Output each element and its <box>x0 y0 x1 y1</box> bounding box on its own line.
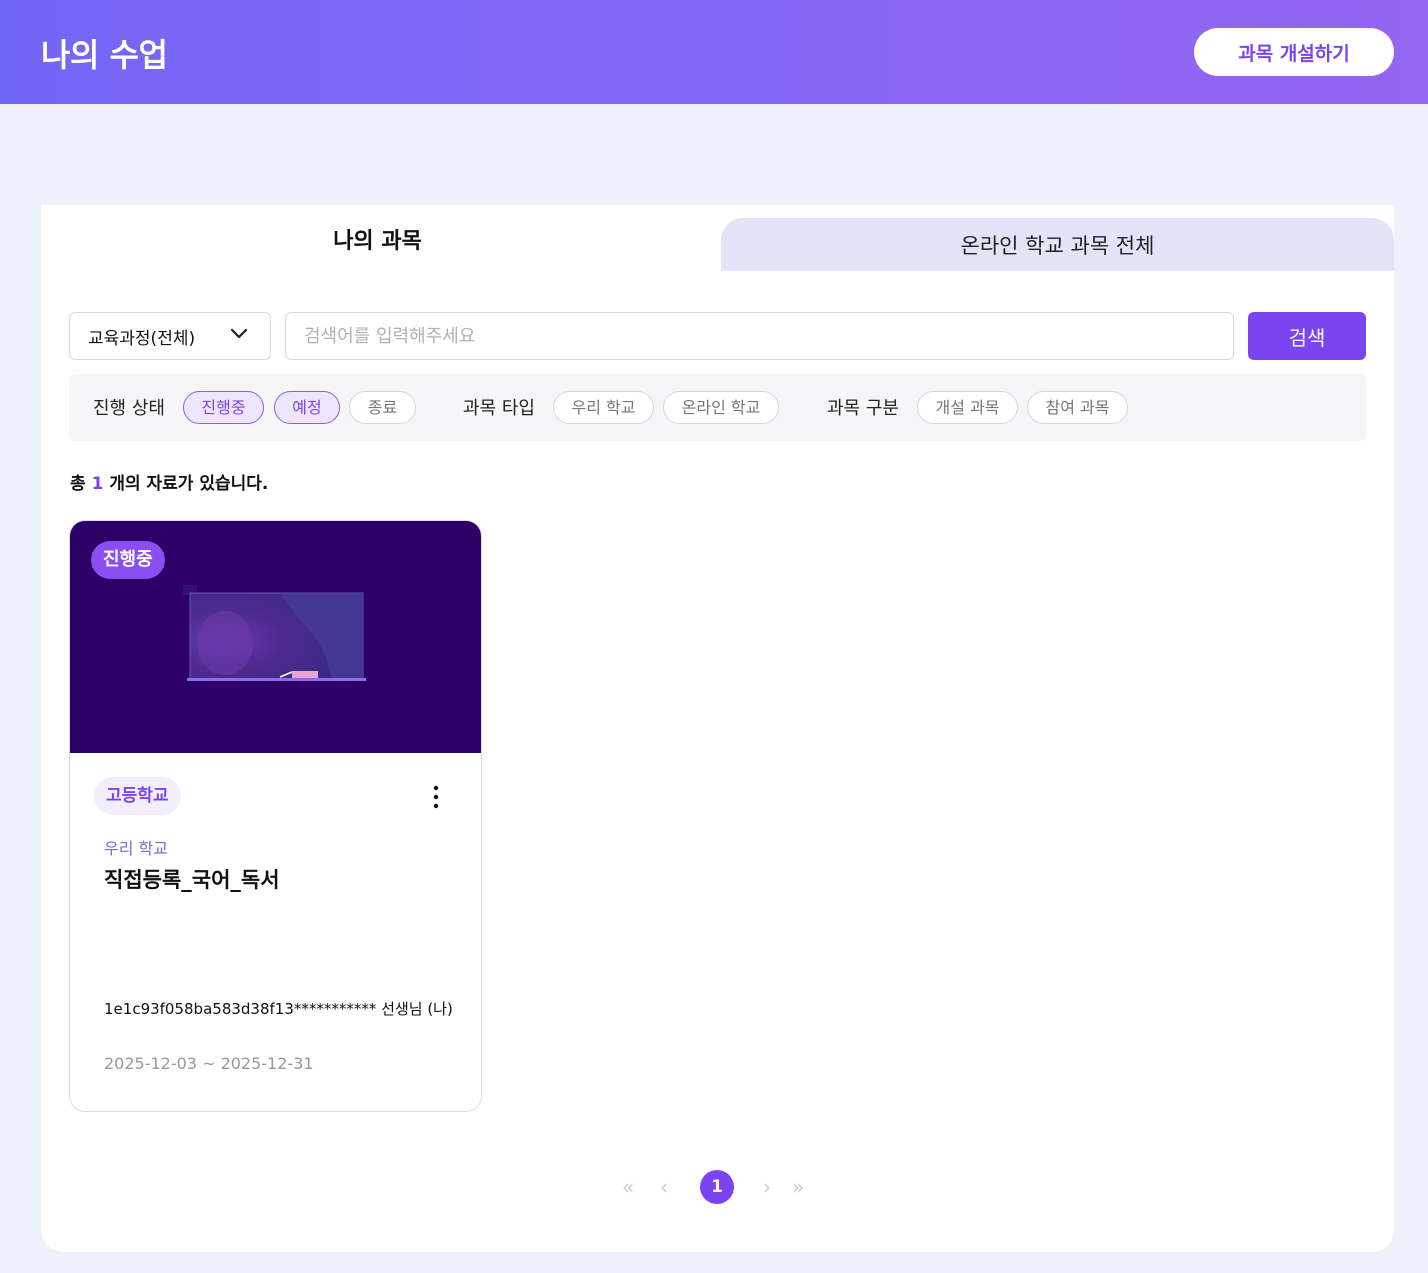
course-type: 우리 학교 <box>104 839 168 858</box>
course-teacher: 1e1c93f058ba583d38f13*********** 선생님 (나) <box>104 1000 453 1018</box>
pagination-next-icon[interactable]: › <box>763 1170 771 1204</box>
filter-label-type: 과목 타입 <box>463 398 535 419</box>
create-course-button[interactable]: 과목 개설하기 <box>1194 28 1394 76</box>
course-thumbnail: 진행중 <box>70 521 481 753</box>
more-vertical-icon[interactable] <box>428 785 444 809</box>
course-title[interactable]: 직접등록_국어_독서 <box>104 864 280 894</box>
course-card[interactable]: 진행중 고등학교 우리 학교 직접등록_국어_독서 1e1c93f058ba58… <box>69 520 482 1112</box>
filter-chip-online-school[interactable]: 온라인 학교 <box>663 391 779 424</box>
tab-my-courses[interactable]: 나의 과목 <box>41 205 714 275</box>
tab-all-online-courses[interactable]: 온라인 학교 과목 전체 <box>721 218 1394 271</box>
filter-chip-our-school[interactable]: 우리 학교 <box>553 391 654 424</box>
filter-chip-opened-course[interactable]: 개설 과목 <box>917 391 1018 424</box>
pagination-last-icon[interactable]: » <box>792 1170 804 1204</box>
result-count: 총 1 개의 자료가 있습니다. <box>70 474 269 494</box>
chevron-down-icon <box>230 328 248 339</box>
search-button[interactable]: 검색 <box>1248 312 1366 360</box>
school-level-badge: 고등학교 <box>94 777 181 815</box>
result-count-number: 1 <box>91 474 104 494</box>
filter-chip-ongoing[interactable]: 진행중 <box>183 391 264 424</box>
page-title: 나의 수업 <box>41 36 168 74</box>
filter-chip-joined-course[interactable]: 참여 과목 <box>1027 391 1128 424</box>
filter-chip-scheduled[interactable]: 예정 <box>274 391 340 424</box>
course-status-badge: 진행중 <box>91 541 165 579</box>
filter-chip-ended[interactable]: 종료 <box>349 391 416 424</box>
pagination-first-icon[interactable]: « <box>622 1170 634 1204</box>
filter-label-category: 과목 구분 <box>827 398 899 419</box>
curriculum-select[interactable]: 교육과정(전체) <box>69 312 271 360</box>
search-input[interactable] <box>285 312 1234 360</box>
course-period: 2025-12-03 ~ 2025-12-31 <box>104 1054 314 1073</box>
pagination-prev-icon[interactable]: ‹ <box>660 1170 668 1204</box>
filter-label-status: 진행 상태 <box>93 398 165 419</box>
curriculum-select-value: 교육과정(전체) <box>88 329 196 349</box>
pagination-page-1[interactable]: 1 <box>700 1170 734 1204</box>
